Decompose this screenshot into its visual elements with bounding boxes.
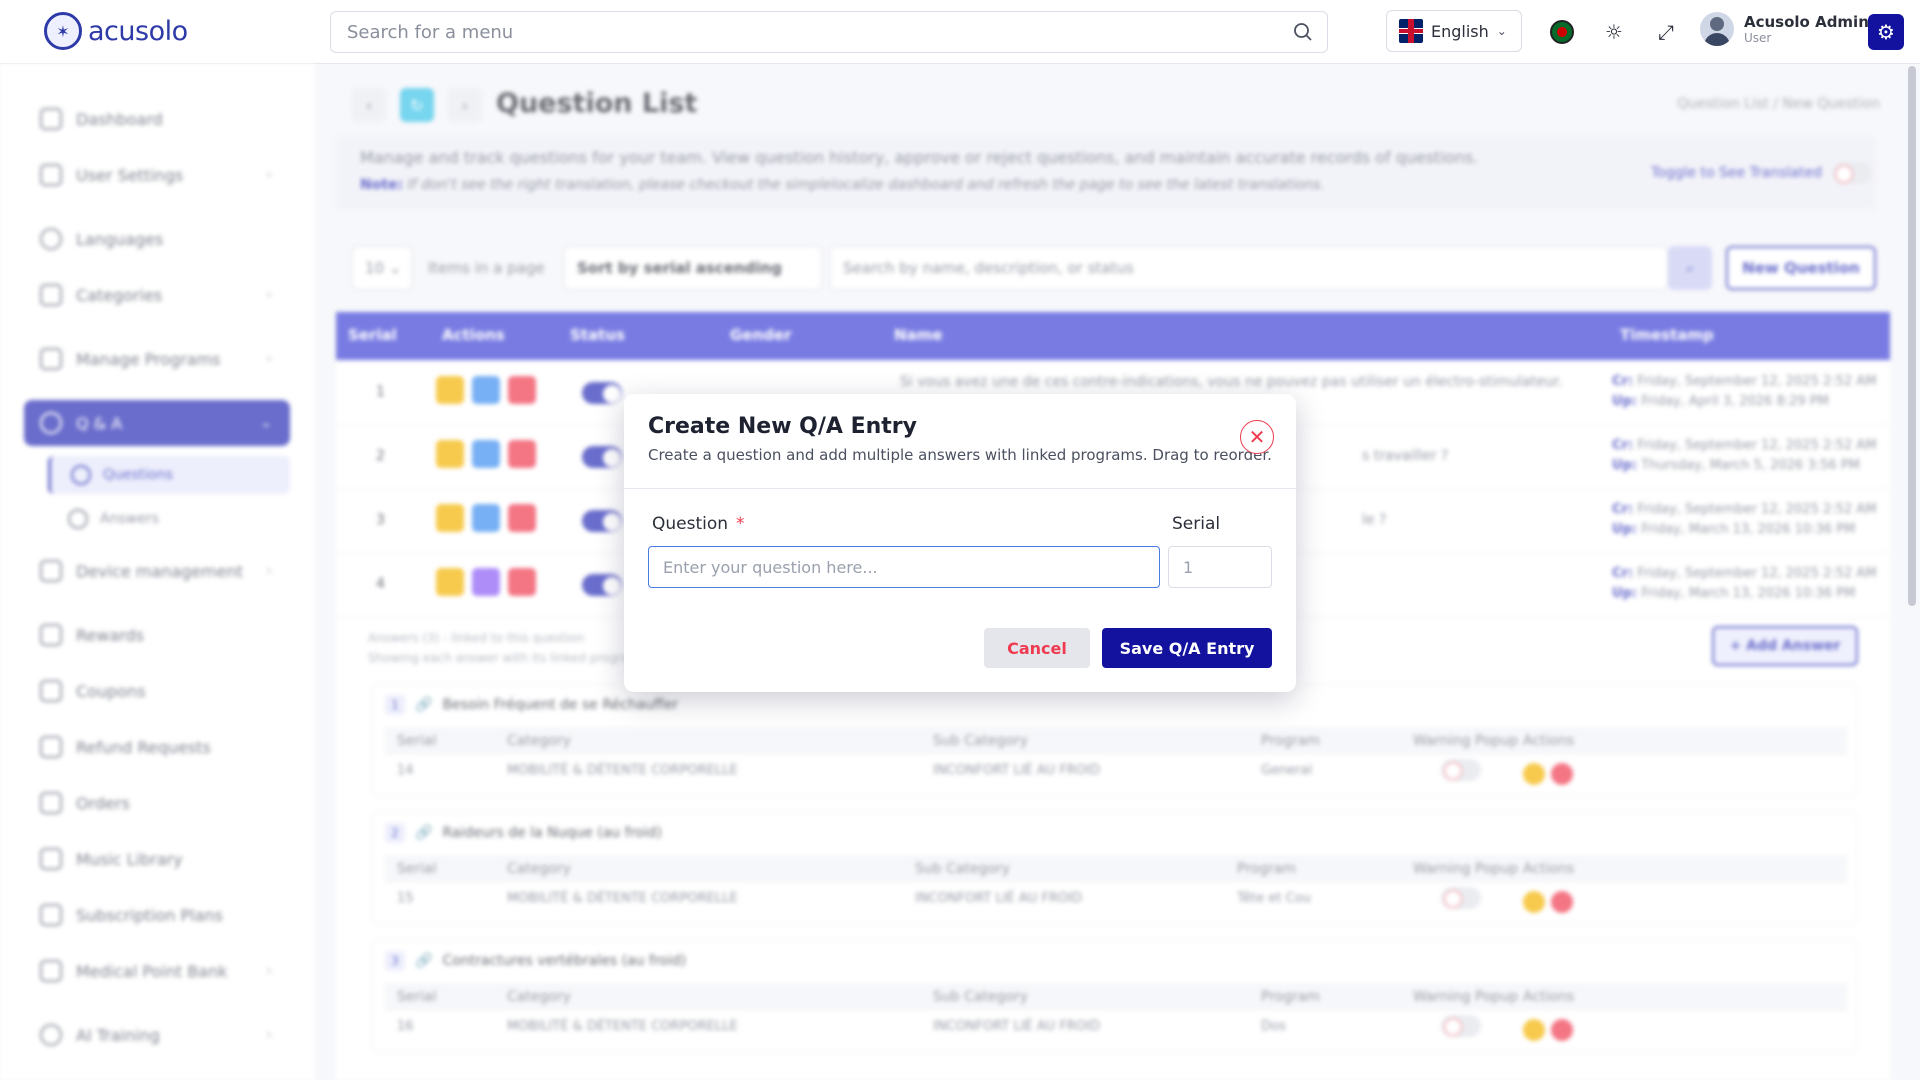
close-icon: ✕ (1248, 425, 1266, 449)
modal-divider (624, 488, 1296, 489)
question-label: Question * (652, 514, 745, 534)
language-label: English (1431, 21, 1489, 41)
modal-title: Create New Q/A Entry (648, 414, 917, 439)
menu-search-placeholder: Search for a menu (347, 21, 514, 43)
fullscreen-icon[interactable]: ⤢ (1652, 18, 1680, 46)
logo-icon: ✶ (44, 12, 82, 50)
portugal-flag-icon[interactable] (1548, 18, 1576, 46)
user-role: User (1744, 31, 1772, 45)
sun-icon[interactable]: ☼ (1600, 18, 1628, 46)
app-logo[interactable]: ✶ acusolo (44, 12, 188, 50)
create-qa-modal: Create New Q/A Entry Create a question a… (624, 394, 1296, 692)
user-profile[interactable]: Acusolo Admin User (1700, 12, 1869, 46)
uk-flag-icon (1399, 19, 1423, 43)
settings-gear-button[interactable]: ⚙ (1868, 14, 1904, 50)
avatar (1700, 12, 1734, 46)
required-mark: * (736, 514, 745, 534)
chevron-down-icon: ⌄ (1496, 24, 1507, 38)
cancel-button[interactable]: Cancel (984, 628, 1090, 668)
search-icon[interactable] (1293, 22, 1313, 42)
user-name: Acusolo Admin (1744, 13, 1869, 31)
question-label-text: Question (652, 514, 729, 534)
menu-search-input[interactable]: Search for a menu (330, 11, 1328, 53)
gear-icon: ⚙ (1877, 20, 1895, 44)
logo-text: acusolo (88, 15, 188, 47)
page-scrollbar[interactable] (1908, 66, 1916, 606)
top-header: ✶ acusolo Search for a menu English ⌄ ☼ … (0, 0, 1920, 64)
save-qa-entry-button[interactable]: Save Q/A Entry (1102, 628, 1272, 668)
close-modal-button[interactable]: ✕ (1240, 420, 1274, 454)
language-selector[interactable]: English ⌄ (1386, 10, 1522, 52)
modal-subtitle: Create a question and add multiple answe… (648, 446, 1272, 464)
serial-label: Serial (1172, 514, 1221, 534)
question-input[interactable] (648, 546, 1160, 588)
serial-input[interactable] (1168, 546, 1272, 588)
